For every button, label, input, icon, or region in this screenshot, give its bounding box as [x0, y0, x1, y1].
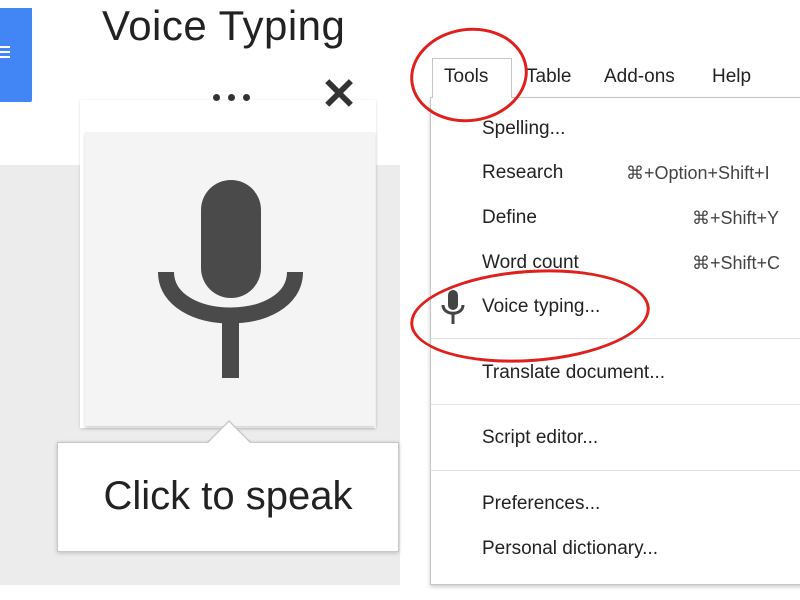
menu-item-define[interactable]: Define: [482, 207, 537, 229]
menu-item-preferences[interactable]: Preferences...: [482, 493, 600, 515]
menu-item-translate-document[interactable]: Translate document...: [482, 362, 665, 384]
research-shortcut: ⌘+Option+Shift+I: [626, 163, 770, 183]
click-to-speak-label: Click to speak: [103, 474, 353, 518]
define-shortcut: ⌘+Shift+Y: [692, 208, 780, 228]
menu-separator: [431, 470, 800, 471]
docs-logo[interactable]: [0, 8, 32, 102]
docs-lines-icon: [0, 46, 10, 61]
page-corner: [0, 140, 86, 165]
microphone-icon[interactable]: [158, 180, 303, 380]
word-count-shortcut: ⌘+Shift+C: [692, 253, 781, 273]
menu-add-ons[interactable]: Add-ons: [604, 66, 675, 88]
menu-item-personal-dictionary[interactable]: Personal dictionary...: [482, 538, 658, 560]
menu-help[interactable]: Help: [712, 66, 751, 88]
more-options-icon[interactable]: [205, 82, 257, 112]
menu-item-script-editor[interactable]: Script editor...: [482, 427, 598, 449]
close-icon[interactable]: ✕: [318, 72, 360, 118]
menu-table[interactable]: Table: [526, 66, 571, 88]
menu-separator: [431, 404, 800, 405]
page-title: Voice Typing: [102, 2, 346, 49]
menu-item-spelling[interactable]: Spelling...: [482, 118, 565, 140]
menu-item-research[interactable]: Research: [482, 162, 563, 184]
tooltip-arrow-fill: [207, 422, 251, 444]
